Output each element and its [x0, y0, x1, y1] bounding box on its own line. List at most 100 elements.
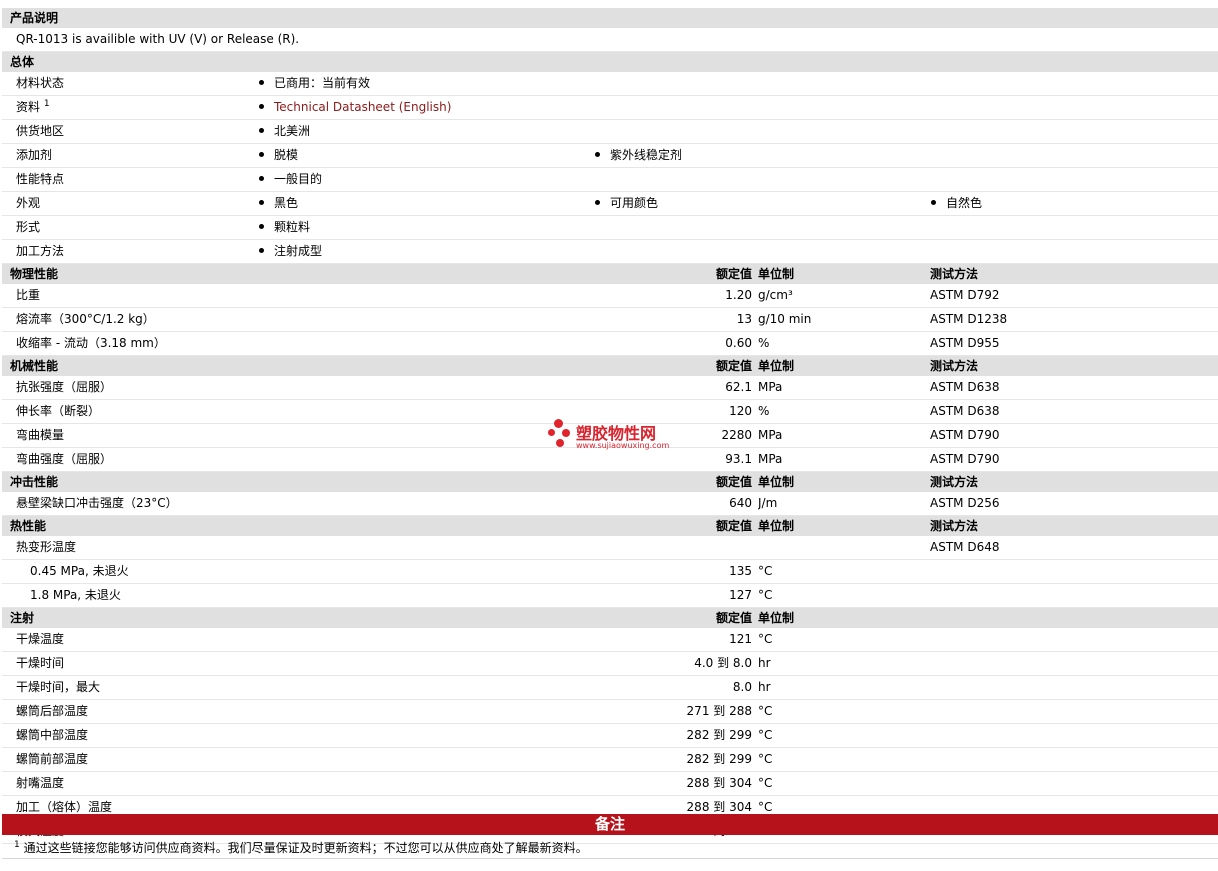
label-text: 供货地区: [16, 124, 65, 138]
property-label: 干燥时间，最大: [2, 675, 594, 700]
general-label: 供货地区: [2, 119, 258, 144]
label-text: 加工方法: [16, 244, 65, 258]
col-header-value: 额定值: [594, 471, 758, 492]
label-text: 外观: [16, 196, 41, 210]
property-unit: °C: [758, 771, 930, 796]
col-header-method: 测试方法: [930, 515, 1218, 536]
property-method: ASTM D955: [930, 331, 1218, 356]
property-row: 干燥时间，最大 8.0 hr: [2, 675, 1218, 700]
property-unit: °C: [758, 723, 930, 748]
property-unit: g/10 min: [758, 307, 930, 332]
col-header-method: 测试方法: [930, 355, 1218, 376]
general-label: 形式: [2, 215, 258, 240]
general-item: 已商用：当前有效: [258, 72, 594, 96]
item-text: 紫外线稳定剂: [610, 148, 683, 162]
general-label: 资料 1: [2, 95, 258, 120]
item-text: 已商用：当前有效: [274, 76, 371, 90]
empty-cell: [594, 72, 1218, 96]
property-row: 熔流率（300°C/1.2 kg） 13 g/10 min ASTM D1238: [2, 307, 1218, 332]
general-row: 材料状态 已商用：当前有效: [2, 72, 1218, 96]
item-text: 颗粒料: [274, 220, 311, 234]
property-label: 螺筒前部温度: [2, 747, 594, 772]
property-unit: °C: [758, 747, 930, 772]
section-title: 热性能: [2, 515, 594, 536]
col-header-unit: 单位制: [758, 607, 930, 628]
property-label: 弯曲模量: [2, 423, 594, 448]
general-label: 材料状态: [2, 72, 258, 96]
general-item: 注射成型: [258, 239, 594, 264]
empty-cell: [594, 95, 1218, 120]
property-method: [930, 583, 1218, 608]
property-value: 62.1: [594, 376, 758, 400]
property-row: 射嘴温度 288 到 304 °C: [2, 771, 1218, 796]
section-header: 物理性能 额定值 单位制 测试方法: [2, 263, 1218, 284]
property-value: 13: [594, 307, 758, 332]
property-label: 弯曲强度（屈服）: [2, 447, 594, 472]
property-label: 悬壁梁缺口冲击强度（23°C）: [2, 492, 594, 516]
general-item: 紫外线稳定剂: [594, 143, 930, 168]
property-row: 热变形温度 ASTM D648: [2, 536, 1218, 560]
footnote: 1 通过这些链接您能够访问供应商资料。我们尽量保证及时更新资料；不过您可以从供应…: [14, 838, 588, 858]
property-unit: MPa: [758, 423, 930, 448]
property-value: 127: [594, 583, 758, 608]
property-row: 干燥温度 121 °C: [2, 628, 1218, 652]
property-label: 干燥时间: [2, 651, 594, 676]
bullet-icon: [595, 152, 600, 157]
property-unit: °C: [758, 628, 930, 652]
property-value: 121: [594, 628, 758, 652]
bullet-icon: [259, 80, 264, 85]
property-unit: °C: [758, 559, 930, 584]
item-text: 北美洲: [274, 124, 311, 138]
label-text: 性能特点: [16, 172, 65, 186]
property-method: ASTM D638: [930, 376, 1218, 400]
footer-divider: [2, 858, 1218, 859]
footnote-number: 1: [14, 840, 20, 850]
general-row: 供货地区 北美洲: [2, 119, 1218, 144]
product-desc-text: QR-1013 is availible with UV (V) or Rele…: [2, 28, 1218, 52]
bullet-icon: [259, 176, 264, 181]
col-header-method: 测试方法: [930, 263, 1218, 284]
property-unit: [758, 536, 930, 560]
property-method: [930, 771, 1218, 796]
datasheet-link[interactable]: Technical Datasheet (English): [274, 100, 451, 114]
property-row: 0.45 MPa, 未退火 135 °C: [2, 559, 1218, 584]
property-row: 1.8 MPa, 未退火 127 °C: [2, 583, 1218, 608]
general-label: 加工方法: [2, 239, 258, 264]
general-label: 外观: [2, 191, 258, 216]
property-row: 收缩率 - 流动（3.18 mm） 0.60% ASTM D955: [2, 331, 1218, 356]
general-item: 脱模: [258, 143, 594, 168]
property-value: 271 到 288: [594, 699, 758, 724]
property-value: 135: [594, 559, 758, 584]
general-row: 资料 1 Technical Datasheet (English): [2, 95, 1218, 120]
bullet-icon: [259, 152, 264, 157]
property-value: 282 到 299: [594, 747, 758, 772]
property-value: 8.0: [594, 675, 758, 700]
property-value: 288 到 304: [594, 771, 758, 796]
bullet-icon: [931, 200, 936, 205]
general-item: 北美洲: [258, 119, 594, 144]
watermark-logo: 塑胶物性网 www.sujiaowuxing.com: [548, 419, 678, 453]
property-unit: °C: [758, 699, 930, 724]
footnote-text: 通过这些链接您能够访问供应商资料。我们尽量保证及时更新资料；不过您可以从供应商处…: [23, 841, 588, 855]
item-text: 黑色: [274, 196, 299, 210]
label-text: 资料: [16, 100, 41, 114]
col-header-value: 额定值: [594, 515, 758, 536]
property-unit: °C: [758, 583, 930, 608]
col-header-unit: 单位制: [758, 263, 930, 284]
section-header: 冲击性能 额定值 单位制 测试方法: [2, 471, 1218, 492]
label-text: 形式: [16, 220, 41, 234]
property-label: 螺筒后部温度: [2, 699, 594, 724]
property-unit: J/m: [758, 492, 930, 516]
property-label: 热变形温度: [2, 536, 594, 560]
property-label: 熔流率（300°C/1.2 kg）: [2, 307, 594, 332]
general-item: Technical Datasheet (English): [258, 95, 594, 120]
property-method: [930, 675, 1218, 700]
property-method: ASTM D792: [930, 284, 1218, 308]
general-row: 形式 颗粒料: [2, 215, 1218, 240]
property-method: [930, 723, 1218, 748]
col-header-unit: 单位制: [758, 515, 930, 536]
item-text: 注射成型: [274, 244, 323, 258]
general-row: 加工方法 注射成型: [2, 239, 1218, 264]
empty-cell: [930, 143, 1218, 168]
label-text: 材料状态: [16, 76, 65, 90]
